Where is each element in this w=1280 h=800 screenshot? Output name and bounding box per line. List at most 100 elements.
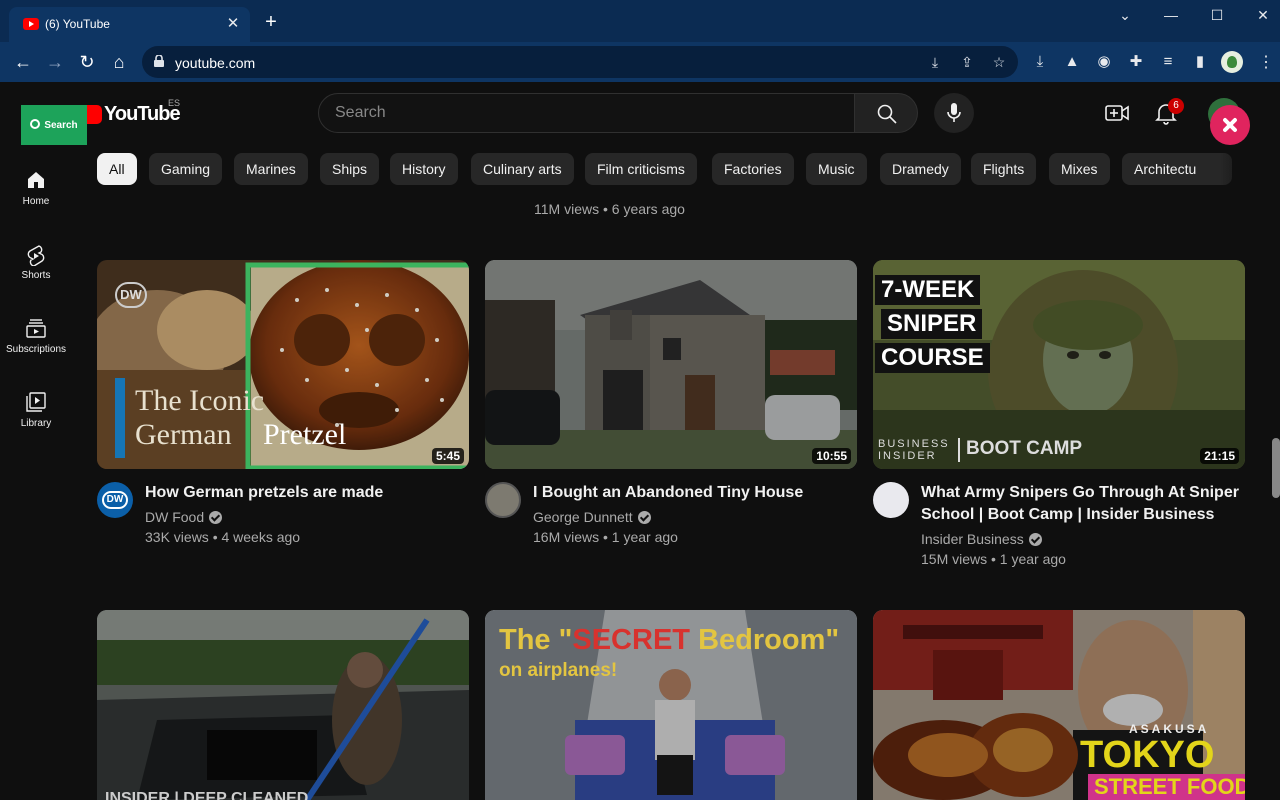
sidebar-item-label: Home xyxy=(22,196,50,207)
channel-avatar[interactable] xyxy=(485,482,521,518)
channel-name[interactable]: George Dunnett xyxy=(533,509,651,525)
page-scrollbar[interactable] xyxy=(1272,438,1280,498)
download-icon[interactable]: ⤓ xyxy=(1030,52,1050,72)
chip-all[interactable]: All xyxy=(97,153,137,185)
minimize-icon[interactable]: — xyxy=(1157,4,1185,28)
chip-gaming[interactable]: Gaming xyxy=(149,153,223,185)
thumbnail-title-b: SECRET xyxy=(572,624,691,656)
thumbnail-text-line2: SNIPER xyxy=(881,309,983,339)
channel-name-text: George Dunnett xyxy=(533,509,633,525)
tab-title: (6) YouTube xyxy=(45,17,110,31)
video-camera-plus-icon xyxy=(1105,105,1129,121)
thumbnail-caption: INSIDER | DEEP CLEANED xyxy=(105,790,309,800)
dw-logo: DW xyxy=(115,282,147,308)
sidebar-item-library[interactable]: Library xyxy=(0,372,72,438)
filter-chips-bar: All Gaming Marines Ships History Culinar… xyxy=(72,142,1280,198)
thumbnail-brand-c: BOOT CAMP xyxy=(958,438,1082,462)
video-meta: 16M views • 1 year ago xyxy=(533,529,678,545)
profile-avatar[interactable] xyxy=(1221,51,1243,73)
video-meta: 33K views • 4 weeks ago xyxy=(145,529,301,545)
subscriptions-icon xyxy=(26,319,46,338)
sidebar-item-home[interactable]: Home xyxy=(0,150,72,216)
thumbnail-brand-a: BUSINESS xyxy=(878,438,950,450)
region-code: ES xyxy=(168,98,181,108)
chip-culinary-arts[interactable]: Culinary arts xyxy=(471,153,574,185)
reload-icon[interactable]: ↻ xyxy=(75,50,99,74)
address-bar[interactable]: youtube.com ⤓ ⇪ ☆ xyxy=(142,46,1018,78)
channel-name-text: DW Food xyxy=(145,509,205,525)
chip-architecture[interactable]: Architectu xyxy=(1122,153,1232,185)
video-thumbnail[interactable]: DW The Iconic German Pretzel 5:45 xyxy=(97,260,469,469)
overlay-search-label: Search xyxy=(44,120,78,131)
sidebar-item-subscriptions[interactable]: Subscriptions xyxy=(0,298,72,364)
side-panel-icon[interactable]: ▮ xyxy=(1190,52,1210,72)
url-text: youtube.com xyxy=(175,55,256,71)
lock-icon xyxy=(154,55,164,67)
close-tab-icon[interactable]: ✕ xyxy=(224,15,242,33)
video-thumbnail[interactable]: ASAKUSA TOKYO STREET FOOD xyxy=(873,610,1245,800)
channel-avatar-text: DW xyxy=(102,491,128,509)
close-window-icon[interactable]: ✕ xyxy=(1249,4,1277,28)
tab-search-chevron-icon[interactable]: ⌄ xyxy=(1111,4,1139,28)
youtube-logo[interactable]: YouTube ES xyxy=(74,98,181,126)
thumbnail-text-line3: Pretzel xyxy=(263,418,347,451)
home-icon xyxy=(28,172,44,188)
install-app-icon[interactable]: ⤓ xyxy=(926,53,944,71)
voice-search-button[interactable] xyxy=(934,93,974,133)
chip-flights[interactable]: Flights xyxy=(971,153,1037,185)
chip-bar-fade xyxy=(1220,142,1280,198)
browser-menu-icon[interactable]: ⋮ xyxy=(1258,52,1274,72)
share-icon[interactable]: ⇪ xyxy=(958,53,976,71)
shorts-icon xyxy=(27,245,45,266)
video-thumbnail[interactable]: The "SECRET Bedroom" on airplanes! xyxy=(485,610,857,800)
chip-marines[interactable]: Marines xyxy=(234,153,308,185)
back-icon[interactable]: ← xyxy=(11,50,35,74)
drive-icon[interactable]: ▲ xyxy=(1062,52,1082,72)
media-queue-icon[interactable]: ≡ xyxy=(1158,52,1178,72)
forward-icon[interactable]: → xyxy=(43,50,67,74)
video-title[interactable]: I Bought an Abandoned Tiny House xyxy=(533,482,857,504)
bookmark-star-icon[interactable]: ☆ xyxy=(990,53,1008,71)
channel-name-text: Insider Business xyxy=(921,531,1024,547)
chip-ships[interactable]: Ships xyxy=(320,153,380,185)
tab-strip: (6) YouTube ✕ + ⌄ — ☐ ✕ xyxy=(0,0,1280,42)
video-thumbnail[interactable]: INSIDER | DEEP CLEANED xyxy=(97,610,469,800)
microphone-icon xyxy=(947,103,961,122)
channel-avatar[interactable]: DW xyxy=(97,482,133,518)
verified-icon xyxy=(637,511,651,524)
chip-factories[interactable]: Factories xyxy=(712,153,794,185)
browser-toolbar: ← → ↻ ⌂ youtube.com ⤓ ⇪ ☆ ⤓ ▲ ◉ ✚ ≡ ▮ ⋮ xyxy=(0,42,1280,82)
video-title[interactable]: What Army Snipers Go Through At Sniper S… xyxy=(921,482,1245,526)
channel-name[interactable]: DW Food xyxy=(145,509,223,525)
thumbnail-brand-b: INSIDER xyxy=(878,450,937,462)
create-video-button[interactable] xyxy=(1105,102,1129,124)
overlay-search-button[interactable]: Search xyxy=(21,105,87,145)
thumbnail-text-line2: German xyxy=(135,418,232,451)
chip-music[interactable]: Music xyxy=(806,153,867,185)
sidebar-item-shorts[interactable]: Shorts xyxy=(0,224,72,290)
channel-name[interactable]: Insider Business xyxy=(921,531,1042,547)
maximize-icon[interactable]: ☐ xyxy=(1203,4,1231,28)
thumbnail-title-c: Bedroom" xyxy=(690,624,840,656)
close-overlay-button[interactable] xyxy=(1210,105,1250,145)
chip-dramedy[interactable]: Dramedy xyxy=(880,153,961,185)
thumbnail-title-a: The " xyxy=(499,624,573,656)
extensions-puzzle-icon[interactable]: ✚ xyxy=(1126,52,1146,72)
chip-film-criticisms[interactable]: Film criticisms xyxy=(585,153,697,185)
extension-search-icon[interactable]: ◉ xyxy=(1094,52,1114,72)
video-duration: 10:55 xyxy=(812,448,851,464)
thumbnail-dim xyxy=(97,610,469,800)
channel-avatar[interactable] xyxy=(873,482,909,518)
notification-count-badge: 6 xyxy=(1168,98,1184,114)
chip-history[interactable]: History xyxy=(390,153,458,185)
video-thumbnail[interactable]: 7-WEEK SNIPER COURSE BUSINESS INSIDER BO… xyxy=(873,260,1245,469)
new-tab-icon[interactable]: + xyxy=(261,12,281,33)
chip-mixes[interactable]: Mixes xyxy=(1049,153,1110,185)
thumbnail-text-line1: 7-WEEK xyxy=(875,275,981,305)
home-browser-icon[interactable]: ⌂ xyxy=(107,50,131,74)
browser-tab-youtube[interactable]: (6) YouTube ✕ xyxy=(9,7,250,42)
search-input[interactable] xyxy=(319,94,854,132)
video-title[interactable]: How German pretzels are made xyxy=(145,482,469,504)
search-submit-button[interactable] xyxy=(854,93,918,133)
video-thumbnail[interactable]: 10:55 xyxy=(485,260,857,469)
